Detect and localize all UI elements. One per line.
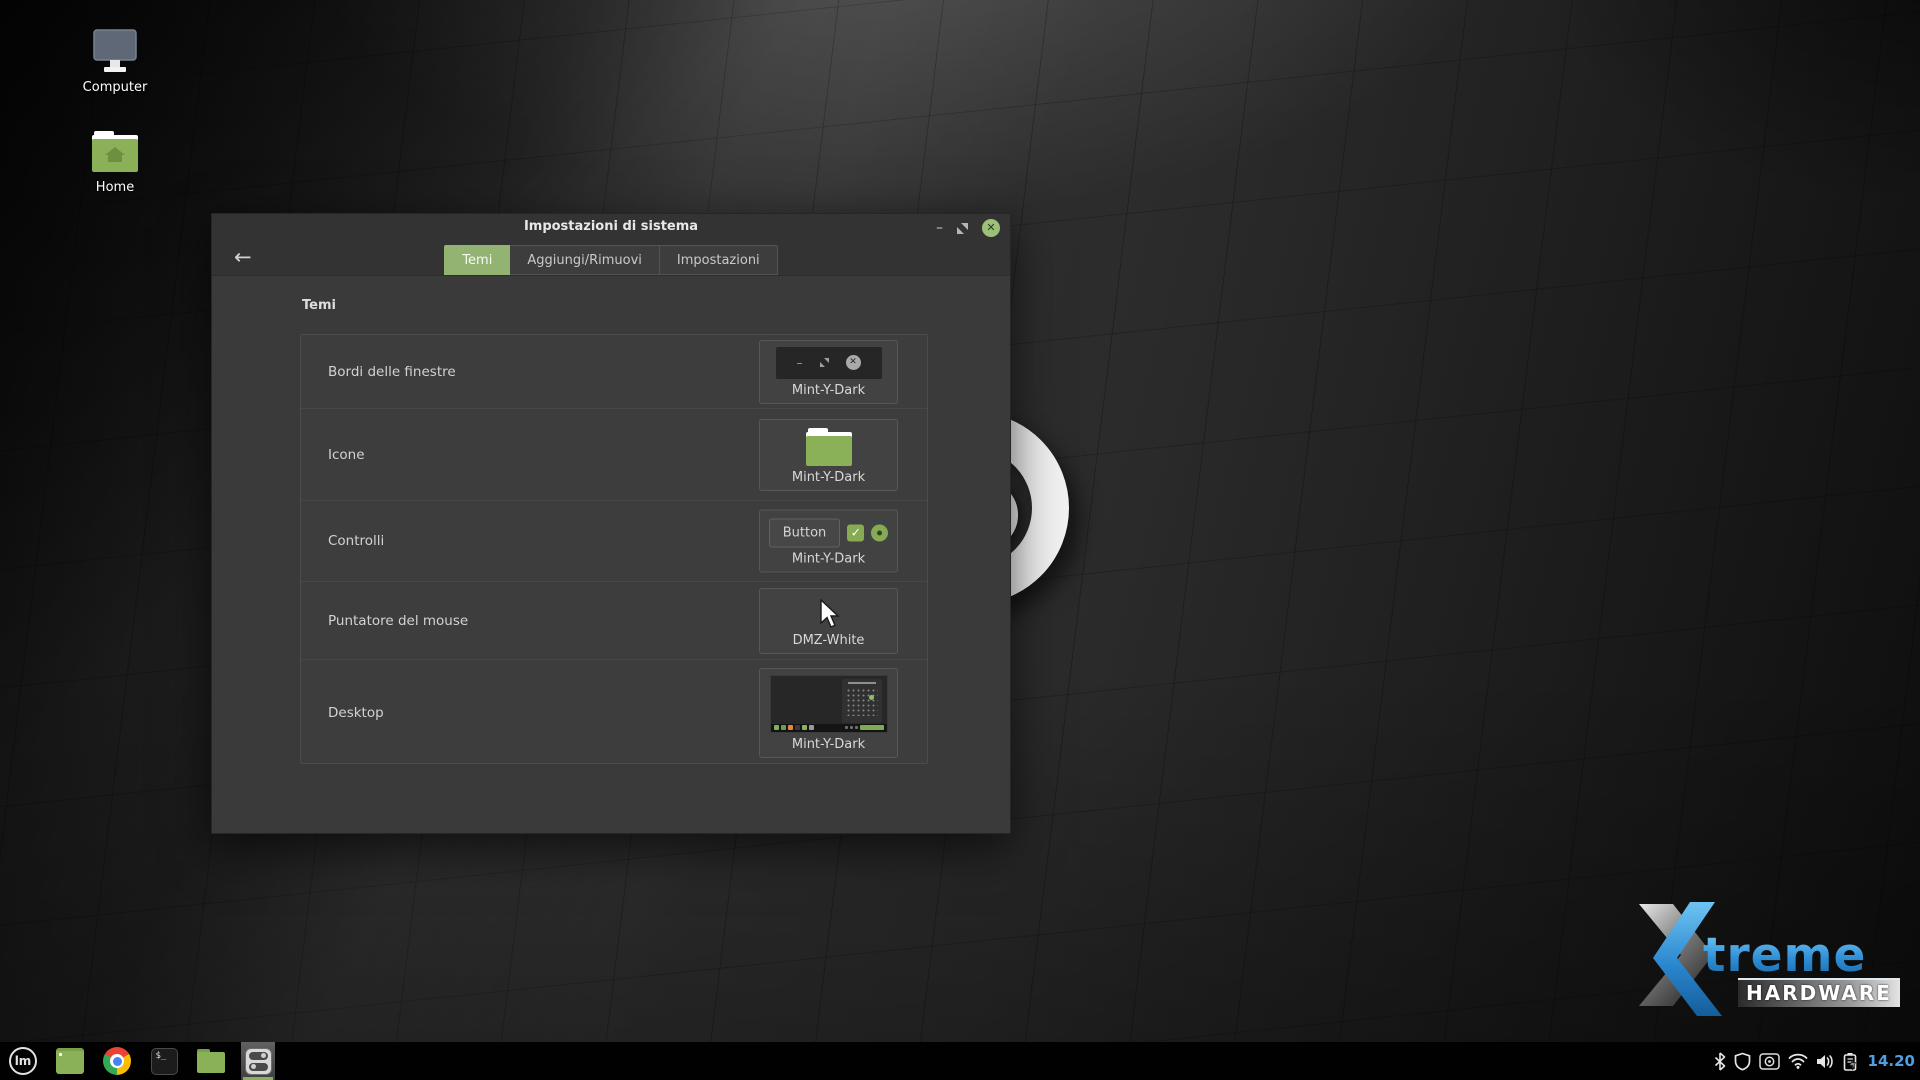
window-controls: – ✕ bbox=[936, 217, 1000, 239]
files-button[interactable] bbox=[194, 1042, 228, 1080]
themes-panel: Bordi delle finestre – ✕ Mint-Y-Dark Ico… bbox=[300, 334, 928, 764]
wifi-icon[interactable] bbox=[1788, 1053, 1808, 1069]
volume-icon[interactable] bbox=[1816, 1053, 1835, 1070]
terminal-icon: $_ bbox=[151, 1048, 178, 1075]
mint-menu-button[interactable]: lm bbox=[6, 1042, 40, 1080]
section-title: Temi bbox=[302, 298, 336, 313]
system-settings-window: Impostazioni di sistema – ✕ ← Temi Aggiu… bbox=[211, 213, 1011, 834]
desktop-icon-label: Computer bbox=[71, 80, 159, 95]
tab-aggiungi-rimuovi[interactable]: Aggiungi/Rimuovi bbox=[510, 245, 660, 275]
tab-impostazioni[interactable]: Impostazioni bbox=[660, 245, 778, 275]
theme-value: Mint-Y-Dark bbox=[792, 552, 865, 567]
xtreme-hardware-text: HARDWARE bbox=[1738, 978, 1900, 1007]
pointer-theme-button[interactable]: DMZ-White bbox=[759, 588, 898, 654]
nvidia-icon[interactable] bbox=[1759, 1053, 1780, 1070]
software-manager-button[interactable] bbox=[53, 1042, 87, 1080]
controls-theme-button[interactable]: Button ✓ Mint-Y-Dark bbox=[759, 510, 898, 573]
chrome-icon bbox=[103, 1047, 131, 1075]
desktop-theme-button[interactable]: Mint-Y-Dark bbox=[759, 668, 898, 758]
window-borders-theme-button[interactable]: – ✕ Mint-Y-Dark bbox=[759, 340, 898, 404]
computer-monitor-icon bbox=[89, 28, 141, 74]
desktop-icon-label: Home bbox=[71, 180, 159, 195]
calendar-applet-preview bbox=[842, 679, 882, 723]
button-widget-preview: Button bbox=[769, 519, 841, 548]
taskbar-launchers: lm $_ bbox=[6, 1042, 275, 1080]
xtreme-treme-text: treme bbox=[1703, 928, 1866, 983]
row-label: Desktop bbox=[328, 705, 384, 721]
chrome-button[interactable] bbox=[100, 1042, 134, 1080]
system-tray: 14.20 bbox=[1714, 1042, 1915, 1080]
theme-value: DMZ-White bbox=[793, 633, 865, 648]
minimize-icon: – bbox=[797, 356, 803, 370]
files-folder-icon bbox=[197, 1049, 225, 1073]
titlebar-preview: – ✕ bbox=[776, 347, 882, 379]
xtreme-hardware-watermark: treme HARDWARE bbox=[1633, 900, 1913, 1025]
row-label: Bordi delle finestre bbox=[328, 364, 456, 380]
theme-value: Mint-Y-Dark bbox=[792, 737, 865, 752]
home-folder-icon bbox=[90, 130, 140, 174]
tab-bar: Temi Aggiungi/Rimuovi Impostazioni bbox=[212, 245, 1010, 275]
mint-logo-icon: lm bbox=[9, 1047, 37, 1075]
window-title: Impostazioni di sistema bbox=[212, 219, 1010, 234]
theme-value: Mint-Y-Dark bbox=[792, 383, 865, 398]
row-label: Controlli bbox=[328, 533, 384, 549]
controls-preview: Button ✓ bbox=[769, 519, 889, 548]
row-label: Icone bbox=[328, 447, 365, 463]
radio-icon bbox=[871, 525, 888, 542]
clock[interactable]: 14.20 bbox=[1868, 1052, 1915, 1070]
maximize-icon bbox=[820, 358, 829, 367]
settings-toggles-icon bbox=[245, 1048, 272, 1075]
row-desktop: Desktop bbox=[301, 660, 927, 765]
settings-button-active[interactable] bbox=[241, 1042, 275, 1080]
terminal-button[interactable]: $_ bbox=[147, 1042, 181, 1080]
bluetooth-icon[interactable] bbox=[1714, 1052, 1726, 1071]
minimize-button[interactable]: – bbox=[936, 218, 943, 238]
close-button[interactable]: ✕ bbox=[982, 219, 1000, 237]
row-controls: Controlli Button ✓ Mint-Y-Dark bbox=[301, 501, 927, 582]
row-mouse-pointer: Puntatore del mouse DMZ-White bbox=[301, 582, 927, 660]
mouse-cursor-icon bbox=[818, 599, 840, 629]
tab-temi[interactable]: Temi bbox=[444, 245, 510, 275]
icon-theme-button[interactable]: Mint-Y-Dark bbox=[759, 419, 898, 491]
theme-value: Mint-Y-Dark bbox=[792, 470, 865, 485]
window-header: Impostazioni di sistema – ✕ ← Temi Aggiu… bbox=[212, 214, 1010, 276]
mini-taskbar-preview bbox=[771, 724, 887, 732]
desktop-icon-home[interactable]: Home bbox=[71, 130, 159, 195]
taskbar: lm $_ bbox=[0, 1042, 1920, 1080]
row-icons: Icone Mint-Y-Dark bbox=[301, 409, 927, 501]
software-window-icon bbox=[56, 1048, 84, 1074]
battery-icon[interactable] bbox=[1843, 1052, 1857, 1071]
row-label: Puntatore del mouse bbox=[328, 613, 468, 629]
folder-icon bbox=[806, 428, 852, 466]
maximize-button[interactable] bbox=[957, 223, 968, 234]
desktop-preview bbox=[770, 675, 888, 733]
row-window-borders: Bordi delle finestre – ✕ Mint-Y-Dark bbox=[301, 335, 927, 409]
checkbox-icon: ✓ bbox=[847, 525, 864, 542]
desktop: Computer Home treme HARDWARE bbox=[0, 0, 1920, 1080]
desktop-icon-computer[interactable]: Computer bbox=[71, 28, 159, 95]
close-icon: ✕ bbox=[846, 355, 861, 370]
shield-icon[interactable] bbox=[1734, 1052, 1751, 1071]
